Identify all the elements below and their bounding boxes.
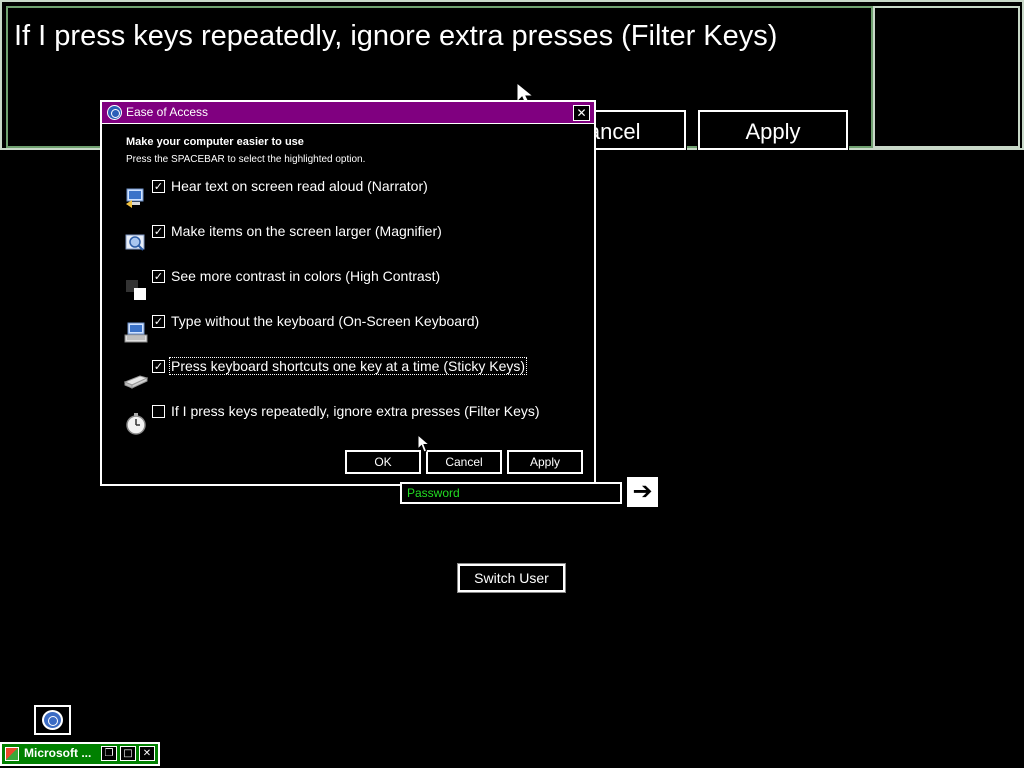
- maximize-button[interactable]: □: [120, 746, 136, 761]
- narrator-checkbox[interactable]: ✓: [152, 180, 165, 193]
- dialog-heading: Make your computer easier to use: [126, 136, 304, 148]
- password-input[interactable]: Password: [400, 482, 622, 504]
- apply-button[interactable]: Apply: [507, 450, 583, 474]
- on-screen-keyboard-checkbox[interactable]: ✓: [152, 315, 165, 328]
- option-sticky-keys[interactable]: ✓ Press keyboard shortcuts one key at a …: [122, 357, 582, 392]
- taskbar-close-button[interactable]: ✕: [139, 746, 155, 761]
- sticky-keys-label: Press keyboard shortcuts one key at a ti…: [168, 357, 528, 375]
- option-narrator[interactable]: ✓ Hear text on screen read aloud (Narrat…: [122, 178, 582, 212]
- sticky-keys-checkbox[interactable]: ✓: [152, 360, 165, 373]
- option-magnifier[interactable]: ✓ Make items on the screen larger (Magni…: [122, 223, 582, 257]
- magnifier-label: Make items on the screen larger (Magnifi…: [171, 223, 442, 239]
- ease-of-access-button[interactable]: [34, 705, 71, 735]
- close-button[interactable]: ✕: [573, 105, 590, 121]
- filter-keys-label: If I press keys repeatedly, ignore extra…: [171, 403, 540, 419]
- mouse-cursor-icon: [417, 434, 431, 453]
- magnifier-icon: [125, 234, 145, 251]
- magnified-apply-button: Apply: [697, 109, 849, 151]
- option-high-contrast[interactable]: ✓ See more contrast in colors (High Cont…: [122, 268, 582, 302]
- taskbar-window-label: Microsoft ...: [24, 746, 92, 760]
- restore-button[interactable]: ❐: [101, 746, 117, 761]
- ease-of-access-dialog: Ease of Access ✕ Make your computer easi…: [100, 100, 596, 486]
- magnifier-checkbox[interactable]: ✓: [152, 225, 165, 238]
- option-on-screen-keyboard[interactable]: ✓ Type without the keyboard (On-Screen K…: [122, 313, 582, 347]
- switch-user-button[interactable]: Switch User: [457, 563, 566, 593]
- cancel-button[interactable]: Cancel: [426, 450, 502, 474]
- dialog-titlebar[interactable]: Ease of Access ✕: [102, 102, 594, 124]
- magnifier-side-panel: [873, 6, 1020, 148]
- dialog-title: Ease of Access: [126, 105, 209, 119]
- dialog-instructions: Press the SPACEBAR to select the highlig…: [126, 154, 366, 165]
- high-contrast-label: See more contrast in colors (High Contra…: [171, 268, 441, 284]
- windows-logo-icon: [5, 747, 19, 761]
- magnified-cancel-button: Cancel: [591, 109, 687, 151]
- on-screen-keyboard-label: Type without the keyboard (On-Screen Key…: [171, 313, 480, 329]
- ease-of-access-icon: [107, 105, 122, 120]
- submit-arrow-button[interactable]: ➔: [627, 477, 658, 507]
- narrator-icon: [126, 188, 144, 208]
- narrator-label: Hear text on screen read aloud (Narrator…: [171, 178, 428, 194]
- magnifier-text: If I press keys repeatedly, ignore extra…: [14, 20, 778, 52]
- ok-button[interactable]: OK: [345, 450, 421, 474]
- taskbar-window-microsoft[interactable]: Microsoft ... ❐ □ ✕: [0, 742, 160, 766]
- high-contrast-icon: [126, 280, 146, 300]
- filter-keys-checkbox[interactable]: [152, 405, 165, 418]
- sticky-keys-icon: [124, 375, 148, 389]
- high-contrast-checkbox[interactable]: ✓: [152, 270, 165, 283]
- filter-keys-icon: [126, 413, 146, 435]
- option-filter-keys[interactable]: If I press keys repeatedly, ignore extra…: [122, 403, 582, 437]
- ease-of-access-launcher-icon: [42, 710, 63, 730]
- on-screen-keyboard-icon: [124, 322, 148, 343]
